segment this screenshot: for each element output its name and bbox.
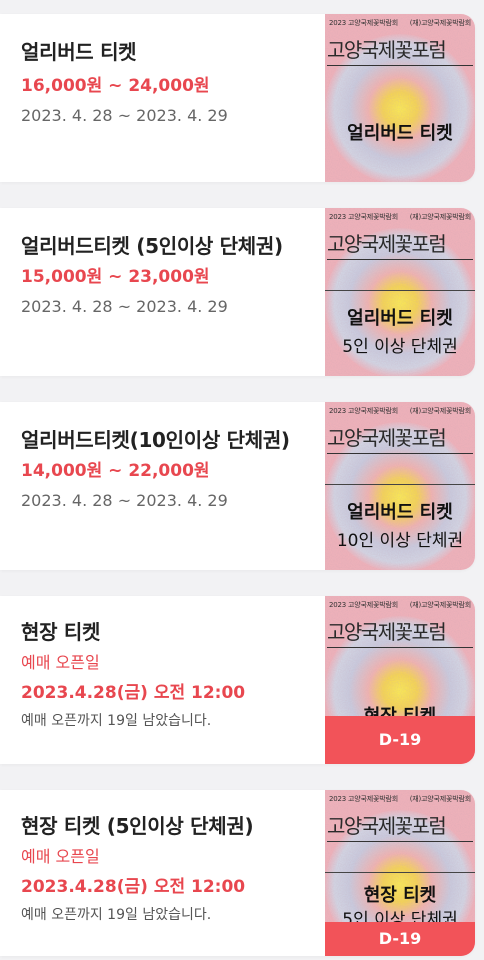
poster-header: 2023 고양국제꽃박람회 (재)고양국제꽃박람회 bbox=[329, 406, 471, 416]
poster-caption: 현장 티켓 bbox=[363, 885, 437, 906]
ticket-poster-image: 2023 고양국제꽃박람회 (재)고양국제꽃박람회 고양국제꽃포럼 현장 티켓 … bbox=[325, 790, 475, 956]
ticket-info: 얼리버드 티켓 16,000원 ~ 24,000원 2023. 4. 28 ~ … bbox=[21, 36, 309, 131]
ticket-card[interactable]: 얼리버드티켓(10인이상 단체권) 14,000원 ~ 22,000원 2023… bbox=[0, 402, 475, 570]
poster-header-right: (재)고양국제꽃박람회 bbox=[409, 795, 471, 803]
poster-logo-text: 고양국제꽃포럼 bbox=[327, 616, 473, 648]
poster-logo-text: 고양국제꽃포럼 bbox=[327, 422, 473, 454]
poster-header-left: 2023 고양국제꽃박람회 bbox=[329, 795, 398, 803]
poster-header-right: (재)고양국제꽃박람회 bbox=[409, 19, 471, 27]
poster-subcaption: 5인 이상 단체권 bbox=[342, 337, 458, 357]
ticket-info: 현장 티켓 예매 오픈일 2023.4.28(금) 오전 12:00 예매 오픈… bbox=[21, 616, 309, 734]
ticket-poster-image: 2023 고양국제꽃박람회 (재)고양국제꽃박람회 고양국제꽃포럼 현장 티켓 … bbox=[325, 596, 475, 764]
ticket-title: 얼리버드티켓 (5인이상 단체권) bbox=[21, 234, 283, 258]
ticket-poster-image: 2023 고양국제꽃박람회 (재)고양국제꽃박람회 고양국제꽃포럼 얼리버드 티… bbox=[325, 14, 475, 182]
ticket-poster-image: 2023 고양국제꽃박람회 (재)고양국제꽃박람회 고양국제꽃포럼 얼리버드 티… bbox=[325, 402, 475, 570]
ticket-title: 얼리버드 티켓 bbox=[21, 40, 137, 64]
poster-divider bbox=[325, 872, 475, 873]
poster-header-right: (재)고양국제꽃박람회 bbox=[409, 601, 471, 609]
d-day-badge: D-19 bbox=[325, 716, 475, 764]
ticket-dates: 2023. 4. 28 ~ 2023. 4. 29 bbox=[21, 297, 228, 316]
poster-header: 2023 고양국제꽃박람회 (재)고양국제꽃박람회 bbox=[329, 212, 471, 222]
ticket-title: 현장 티켓 (5인이상 단체권) bbox=[21, 814, 254, 838]
countdown-text: 예매 오픈까지 19일 남았습니다. bbox=[21, 907, 212, 923]
ticket-dates: 2023. 4. 28 ~ 2023. 4. 29 bbox=[21, 491, 228, 510]
poster-logo-text: 고양국제꽃포럼 bbox=[327, 34, 473, 66]
poster-caption: 얼리버드 티켓 bbox=[347, 123, 453, 144]
d-day-badge: D-19 bbox=[325, 922, 475, 956]
ticket-price: 16,000원 ~ 24,000원 bbox=[21, 76, 210, 96]
ticket-price: 15,000원 ~ 23,000원 bbox=[21, 267, 210, 287]
poster-divider bbox=[325, 290, 475, 291]
poster-header-left: 2023 고양국제꽃박람회 bbox=[329, 213, 398, 221]
ticket-title: 얼리버드티켓(10인이상 단체권) bbox=[21, 428, 290, 452]
poster-subcaption: 10인 이상 단체권 bbox=[336, 531, 464, 551]
open-date-label: 예매 오픈일 bbox=[21, 847, 100, 866]
ticket-info: 얼리버드티켓 (5인이상 단체권) 15,000원 ~ 23,000원 2023… bbox=[21, 230, 309, 322]
open-date-label: 예매 오픈일 bbox=[21, 653, 100, 672]
ticket-info: 얼리버드티켓(10인이상 단체권) 14,000원 ~ 22,000원 2023… bbox=[21, 424, 309, 516]
open-date: 2023.4.28(금) 오전 12:00 bbox=[21, 683, 246, 703]
countdown-text: 예매 오픈까지 19일 남았습니다. bbox=[21, 713, 212, 729]
open-date: 2023.4.28(금) 오전 12:00 bbox=[21, 877, 246, 897]
poster-header: 2023 고양국제꽃박람회 (재)고양국제꽃박람회 bbox=[329, 600, 471, 610]
poster-header-left: 2023 고양국제꽃박람회 bbox=[329, 19, 398, 27]
poster-header-right: (재)고양국제꽃박람회 bbox=[409, 407, 471, 415]
ticket-price: 14,000원 ~ 22,000원 bbox=[21, 461, 210, 481]
poster-header-left: 2023 고양국제꽃박람회 bbox=[329, 601, 398, 609]
poster-caption: 얼리버드 티켓 bbox=[347, 308, 453, 329]
ticket-poster-image: 2023 고양국제꽃박람회 (재)고양국제꽃박람회 고양국제꽃포럼 얼리버드 티… bbox=[325, 208, 475, 376]
poster-header-left: 2023 고양국제꽃박람회 bbox=[329, 407, 398, 415]
poster-caption: 얼리버드 티켓 bbox=[347, 502, 453, 523]
poster-header-right: (재)고양국제꽃박람회 bbox=[409, 213, 471, 221]
ticket-dates: 2023. 4. 28 ~ 2023. 4. 29 bbox=[21, 106, 228, 125]
poster-header: 2023 고양국제꽃박람회 (재)고양국제꽃박람회 bbox=[329, 794, 471, 804]
poster-header: 2023 고양국제꽃박람회 (재)고양국제꽃박람회 bbox=[329, 18, 471, 28]
ticket-card[interactable]: 현장 티켓 (5인이상 단체권) 예매 오픈일 2023.4.28(금) 오전 … bbox=[0, 790, 475, 956]
ticket-card[interactable]: 현장 티켓 예매 오픈일 2023.4.28(금) 오전 12:00 예매 오픈… bbox=[0, 596, 475, 764]
ticket-card[interactable]: 얼리버드 티켓 16,000원 ~ 24,000원 2023. 4. 28 ~ … bbox=[0, 14, 475, 182]
poster-logo-text: 고양국제꽃포럼 bbox=[327, 810, 473, 842]
ticket-title: 현장 티켓 bbox=[21, 620, 101, 644]
poster-logo-text: 고양국제꽃포럼 bbox=[327, 228, 473, 260]
poster-divider bbox=[325, 484, 475, 485]
ticket-info: 현장 티켓 (5인이상 단체권) 예매 오픈일 2023.4.28(금) 오전 … bbox=[21, 810, 309, 928]
ticket-card[interactable]: 얼리버드티켓 (5인이상 단체권) 15,000원 ~ 23,000원 2023… bbox=[0, 208, 475, 376]
